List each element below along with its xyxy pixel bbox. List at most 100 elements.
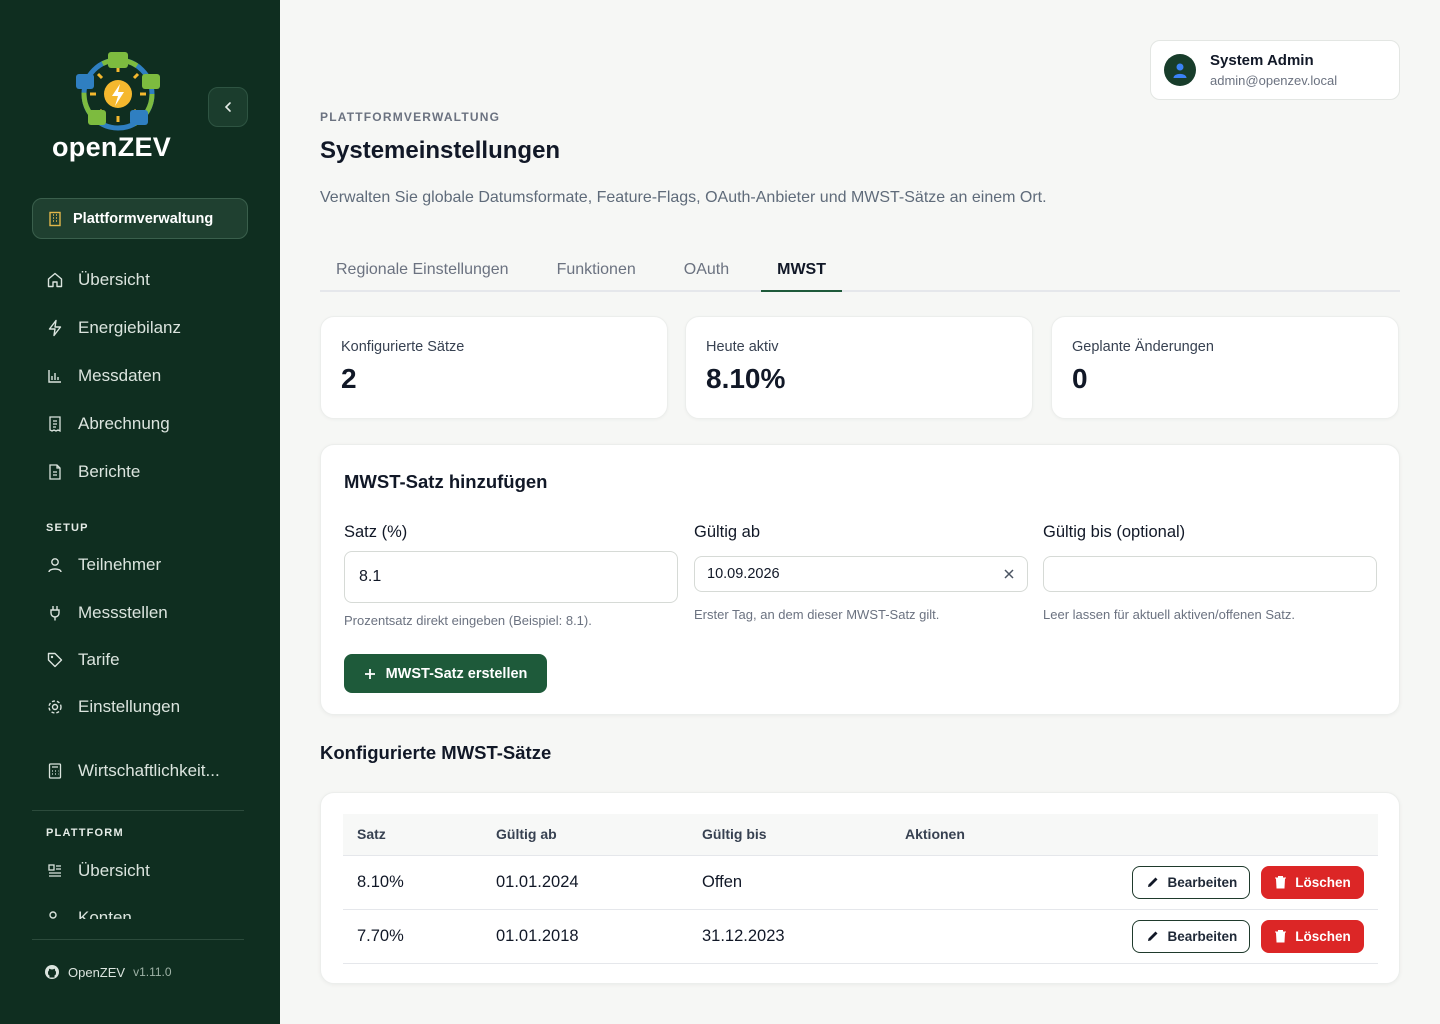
valid-to-hint: Leer lassen für aktuell aktiven/offenen … [1043, 607, 1295, 622]
sidebar-divider [32, 939, 244, 940]
nav-item-abrechnung[interactable]: Abrechnung [32, 404, 248, 444]
section-label-setup: SETUP [46, 522, 89, 534]
receipt-icon [49, 416, 61, 433]
user-icon [48, 558, 62, 573]
stat-card-configured: Konfigurierte Sätze 2 [320, 316, 668, 419]
sidebar-divider [32, 810, 244, 811]
chevron-left-icon [224, 102, 231, 112]
plug-icon [50, 606, 60, 621]
app-name: OpenZEV [68, 964, 126, 980]
cell-rate: 7.70% [343, 909, 482, 964]
nav-item-energiebilanz[interactable]: Energiebilanz [32, 308, 248, 348]
nav-item-label: Übersicht [78, 861, 150, 880]
tab-mwst[interactable]: MWST [761, 252, 842, 292]
table-row: 7.70% 01.01.2018 31.12.2023 Bearbeiten L… [343, 909, 1378, 964]
valid-to-input[interactable] [1043, 556, 1377, 592]
valid-from-input[interactable] [694, 556, 1028, 592]
nav-item-label: Messstellen [78, 603, 168, 622]
vat-table-title: Konfigurierte MWST-Sätze [320, 742, 552, 763]
delete-button-label: Löschen [1295, 874, 1351, 890]
collapse-sidebar-button[interactable] [208, 87, 248, 127]
tab-oauth[interactable]: OAuth [668, 252, 745, 292]
cell-actions: Bearbeiten Löschen [891, 909, 1378, 964]
stat-card-planned-changes: Geplante Änderungen 0 [1051, 316, 1399, 419]
app-version: v1.11.0 [133, 965, 172, 979]
calculator-icon [48, 763, 62, 779]
nav-item-plattform-uebersicht[interactable]: Übersicht [32, 851, 248, 891]
platform-admin-pill[interactable]: Plattformverwaltung [32, 198, 248, 239]
create-button-label: MWST-Satz erstellen [385, 665, 528, 682]
layout-icon [48, 864, 61, 877]
settings-tabs: Regionale Einstellungen Funktionen OAuth… [320, 252, 1400, 292]
valid-from-hint: Erster Tag, an dem dieser MWST-Satz gilt… [694, 607, 940, 622]
cell-valid-to: Offen [688, 855, 891, 910]
building-icon [49, 211, 61, 226]
nav-item-label: Berichte [78, 462, 141, 481]
users-icon [49, 911, 57, 919]
edit-button[interactable]: Bearbeiten [1132, 865, 1251, 899]
edit-button[interactable]: Bearbeiten [1132, 919, 1251, 953]
tag-icon [47, 652, 63, 668]
nav-item-messdaten[interactable]: Messdaten [32, 356, 248, 396]
bar-chart-icon [48, 370, 61, 383]
stat-label: Konfigurierte Sätze [341, 339, 465, 355]
platform-pill-label: Plattformverwaltung [73, 210, 214, 227]
column-header-satz: Satz [343, 814, 482, 856]
nav-item-berichte[interactable]: Berichte [32, 452, 248, 492]
tab-funktionen[interactable]: Funktionen [541, 252, 652, 292]
nav-item-einstellungen[interactable]: Einstellungen [32, 687, 248, 727]
nav-item-label: Konten [78, 908, 132, 919]
cell-valid-from: 01.01.2018 [482, 909, 688, 964]
user-avatar-icon [1173, 63, 1187, 78]
nav-item-label: Einstellungen [78, 697, 181, 716]
cell-actions: Bearbeiten Löschen [891, 855, 1378, 910]
user-menu[interactable]: System Admin admin@openzev.local [1150, 40, 1400, 100]
table-header-row: Satz Gültig ab Gültig bis Aktionen [343, 814, 1378, 856]
cell-rate: 8.10% [343, 855, 482, 910]
document-icon [49, 464, 61, 480]
cell-valid-from: 01.01.2024 [482, 855, 688, 910]
stat-label: Geplante Änderungen [1072, 339, 1214, 355]
nav-item-wirtschaftlichkeit[interactable]: Wirtschaftlichkeit... [32, 751, 248, 791]
vat-table-card: Satz Gültig ab Gültig bis Aktionen 8.10%… [320, 792, 1400, 984]
delete-button[interactable]: Löschen [1261, 865, 1364, 899]
nav-item-label: Übersicht [78, 270, 150, 289]
add-vat-rate-card: MWST-Satz hinzufügen Satz (%) Prozentsat… [320, 444, 1400, 715]
stat-value: 8.10% [706, 363, 786, 394]
valid-from-label: Gültig ab [694, 523, 761, 541]
nav-item-teilnehmer[interactable]: Teilnehmer [32, 545, 248, 585]
rate-label: Satz (%) [344, 523, 408, 541]
nav-item-label: Messdaten [78, 366, 162, 385]
page-description: Verwalten Sie globale Datumsformate, Fea… [320, 189, 1047, 206]
stat-card-active-today: Heute aktiv 8.10% [685, 316, 1033, 419]
avatar [1164, 54, 1196, 86]
edit-button-label: Bearbeiten [1167, 928, 1238, 944]
nav-item-label: Wirtschaftlichkeit... [78, 761, 220, 780]
delete-button-label: Löschen [1295, 928, 1351, 944]
pencil-icon [1147, 877, 1158, 887]
github-icon [45, 965, 59, 979]
version-info[interactable]: OpenZEV v1.11.0 [44, 964, 172, 980]
nav-item-tarife[interactable]: Tarife [32, 640, 248, 680]
clear-date-icon[interactable] [1003, 568, 1015, 580]
pencil-icon [1147, 931, 1158, 941]
stat-value: 2 [341, 363, 357, 394]
logo-text: openZEV [52, 132, 172, 162]
rate-input[interactable] [344, 551, 678, 603]
stat-label: Heute aktiv [706, 339, 779, 355]
nav-item-label: Energiebilanz [78, 318, 182, 337]
nav-item-konten[interactable]: Konten [32, 898, 248, 919]
nav-item-uebersicht[interactable]: Übersicht [32, 260, 248, 300]
nav-item-messstellen[interactable]: Messstellen [32, 593, 248, 633]
create-vat-rate-button[interactable]: MWST-Satz erstellen [344, 654, 547, 693]
tab-regionale-einstellungen[interactable]: Regionale Einstellungen [320, 252, 525, 292]
page-eyebrow: PLATTFORMVERWALTUNG [320, 110, 501, 124]
delete-button[interactable]: Löschen [1261, 919, 1364, 953]
stat-value: 0 [1072, 363, 1088, 394]
column-header-gueltig-ab: Gültig ab [482, 814, 688, 856]
nav-item-label: Abrechnung [78, 414, 170, 433]
trash-icon [1275, 876, 1287, 889]
nav-item-label: Teilnehmer [78, 555, 162, 574]
user-email: admin@openzev.local [1210, 73, 1338, 88]
edit-button-label: Bearbeiten [1167, 874, 1238, 890]
